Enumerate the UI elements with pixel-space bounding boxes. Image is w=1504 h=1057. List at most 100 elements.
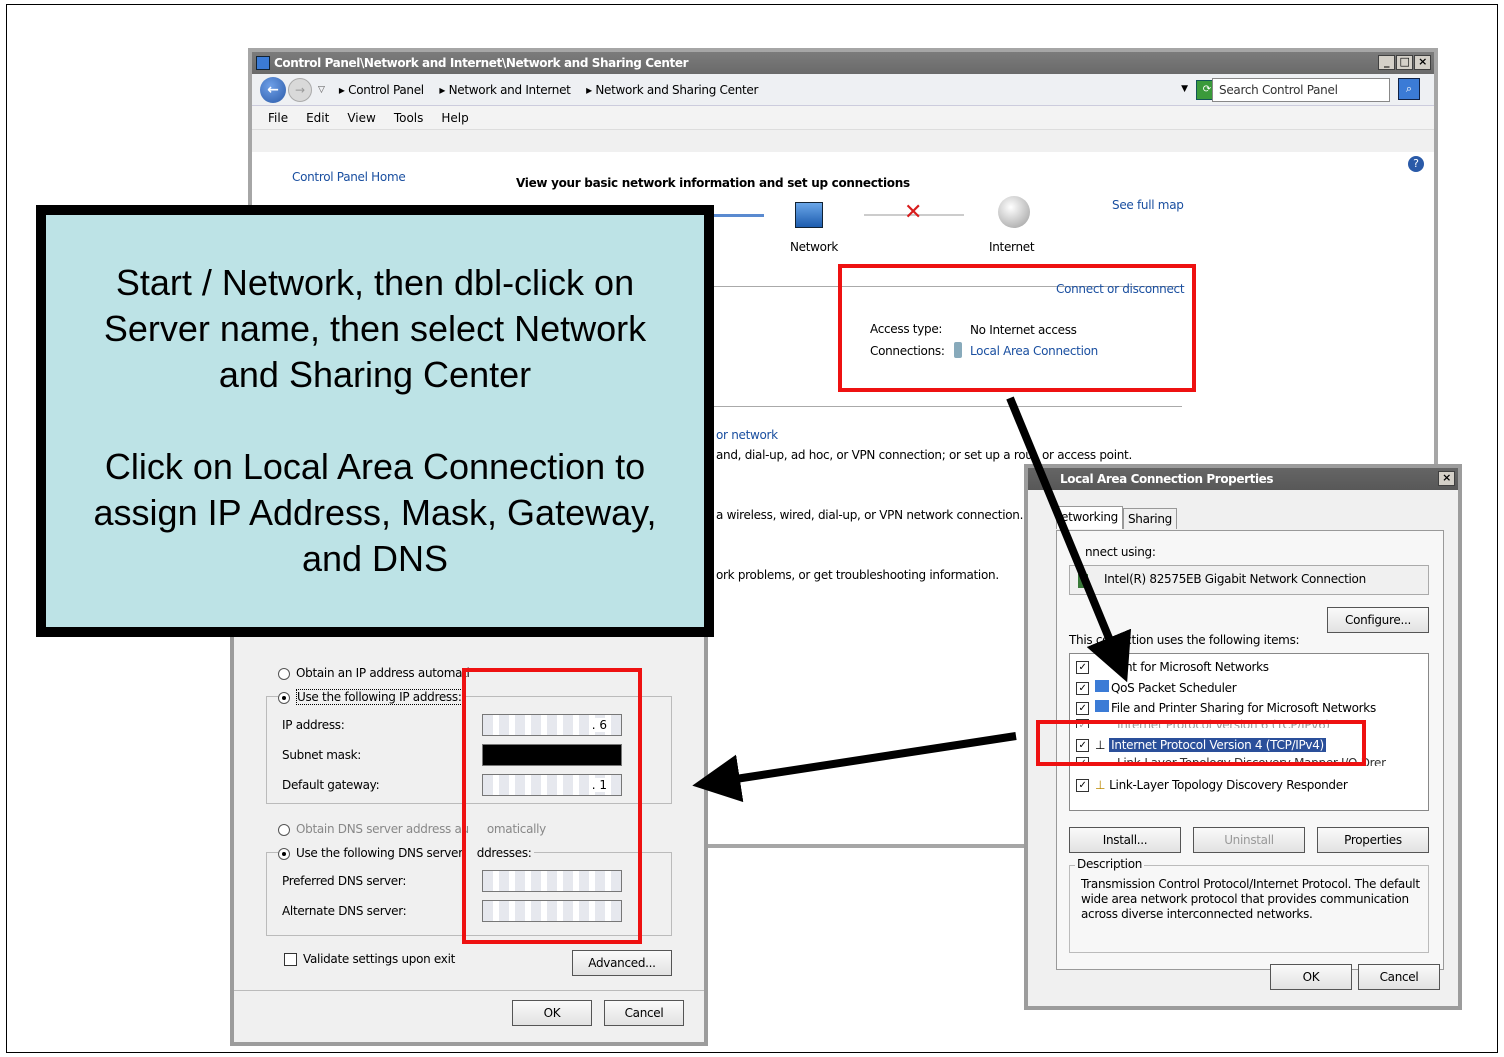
cp-title: Control Panel\Network and Internet\Netwo… xyxy=(274,56,689,70)
list-item[interactable]: Link-Layer Topology Discovery Responder xyxy=(1109,778,1348,792)
breadcrumb-item[interactable]: ▸ Network and Internet xyxy=(439,83,576,97)
cp-titlebar: Control Panel\Network and Internet\Netwo… xyxy=(252,52,1434,74)
advanced-button[interactable]: Advanced... xyxy=(572,950,672,976)
highlight-box xyxy=(1036,720,1366,766)
close-button[interactable]: × xyxy=(1438,471,1455,486)
adapter-icon xyxy=(1078,574,1088,588)
obtain-ip-radio[interactable] xyxy=(278,667,290,680)
help-icon[interactable]: ? xyxy=(1408,156,1424,172)
disconnected-x-icon: ✕ xyxy=(904,200,923,225)
callout-line: Server name, then select Network xyxy=(103,308,647,349)
subnet-mask-label: Subnet mask: xyxy=(282,748,362,762)
close-button[interactable]: × xyxy=(1414,55,1431,70)
callout-line: assign IP Address, Mask, Gateway, xyxy=(93,492,657,533)
callout-line: and DNS xyxy=(301,538,449,579)
instruction-callout: Start / Network, then dbl-click on Serve… xyxy=(36,205,714,637)
obtain-dns-label: Obtain DNS server address au xyxy=(296,822,469,836)
obtain-ip-label: Obtain an IP address automati xyxy=(296,666,470,680)
ip-address-label: IP address: xyxy=(282,718,345,732)
list-item[interactable]: nt for Microsoft Networks xyxy=(1125,660,1269,674)
address-dropdown-icon[interactable]: ▼ xyxy=(1181,84,1188,94)
window-buttons: _ □ × xyxy=(1378,55,1431,70)
divider xyxy=(712,406,1182,407)
highlight-box xyxy=(462,668,642,944)
cancel-button[interactable]: Cancel xyxy=(1358,964,1440,990)
setup-description: and, dial-up, ad hoc, or VPN connection;… xyxy=(716,448,1033,462)
map-node-internet: Internet xyxy=(989,240,1035,254)
search-input[interactable]: Search Control Panel xyxy=(1212,78,1390,102)
cancel-button[interactable]: Cancel xyxy=(604,1000,684,1026)
divider xyxy=(234,990,704,991)
properties-button[interactable]: Properties xyxy=(1317,827,1429,853)
use-ip-radio[interactable] xyxy=(278,691,290,704)
validate-checkbox[interactable] xyxy=(284,953,297,966)
validate-label: Validate settings upon exit xyxy=(303,952,456,966)
search-icon[interactable]: ⌕ xyxy=(1398,78,1420,100)
use-ip-label: Use the following IP address: xyxy=(296,689,463,705)
page-heading: View your basic network information and … xyxy=(516,176,910,190)
install-button[interactable]: Install... xyxy=(1069,827,1181,853)
list-item[interactable]: File and Printer Sharing for Microsoft N… xyxy=(1111,701,1376,715)
protocol-icon: ⊥ xyxy=(1095,778,1106,792)
troubleshoot-description: ork problems, or get troubleshooting inf… xyxy=(716,568,999,582)
configure-button[interactable]: Configure... xyxy=(1327,607,1429,633)
default-gateway-label: Default gateway: xyxy=(282,778,380,792)
menu-edit[interactable]: Edit xyxy=(306,111,329,125)
control-panel-home-link[interactable]: Control Panel Home xyxy=(292,170,406,184)
description-label: Description xyxy=(1075,857,1145,871)
forward-arrow-icon[interactable]: → xyxy=(288,77,312,102)
highlight-box xyxy=(838,264,1196,392)
sharing-icon xyxy=(1095,700,1109,712)
items-label: This co xyxy=(1069,633,1110,647)
use-dns-radio[interactable] xyxy=(278,847,290,860)
tab-bar: etworking Sharing xyxy=(1056,506,1177,529)
see-full-map-link[interactable]: See full map xyxy=(1112,198,1184,212)
window-buttons: × xyxy=(1438,471,1455,486)
callout-line: and Sharing Center xyxy=(218,354,532,395)
item-checkbox[interactable]: ✓ xyxy=(1076,779,1089,792)
adapter-name: Intel(R) 82575EB Gigabit Network Connect… xyxy=(1104,572,1366,586)
item-checkbox[interactable]: ✓ xyxy=(1076,682,1089,695)
ok-button[interactable]: OK xyxy=(512,1000,592,1026)
setup-description-tail: or access point. xyxy=(1042,448,1132,462)
connect-using-label: nnect using: xyxy=(1085,545,1156,559)
obtain-dns-radio[interactable] xyxy=(278,823,290,836)
network-icon xyxy=(256,56,270,70)
ok-button[interactable]: OK xyxy=(1270,964,1352,990)
setup-network-link[interactable]: or network xyxy=(716,428,778,442)
lac-titlebar: Local Area Connection Properties × xyxy=(1028,468,1458,490)
maximize-button[interactable]: □ xyxy=(1396,55,1413,70)
breadcrumb: ▸ Control Panel ▸ Network and Internet ▸… xyxy=(339,83,770,97)
connect-description: a wireless, wired, dial-up, or VPN netwo… xyxy=(716,508,1024,522)
item-checkbox[interactable]: ✓ xyxy=(1076,661,1089,674)
alternate-dns-label: Alternate DNS server: xyxy=(282,904,407,918)
tab-networking[interactable]: etworking xyxy=(1056,506,1123,529)
callout-line: Click on Local Area Connection to xyxy=(104,446,646,487)
menu-bar: File Edit View Tools Help xyxy=(252,106,1434,130)
minimize-button[interactable]: _ xyxy=(1378,55,1395,70)
preferred-dns-label: Preferred DNS server: xyxy=(282,874,407,888)
breadcrumb-item[interactable]: ▸ Control Panel xyxy=(339,83,430,97)
map-node-network: Network xyxy=(790,240,839,254)
lac-title: Local Area Connection Properties xyxy=(1060,472,1274,486)
network-icon xyxy=(795,202,823,228)
breadcrumb-item[interactable]: ▸ Network and Sharing Center xyxy=(586,83,764,97)
callout-line: Start / Network, then dbl-click on xyxy=(115,262,635,303)
list-item-tail: er xyxy=(1374,756,1386,766)
items-label-tail: ction uses the following items: xyxy=(1125,633,1300,647)
list-item[interactable]: QoS Packet Scheduler xyxy=(1111,681,1237,695)
use-dns-label: Use the following DNS server xyxy=(296,846,463,860)
item-checkbox[interactable]: ✓ xyxy=(1076,702,1089,715)
chevron-down-icon[interactable]: ▽ xyxy=(318,85,325,95)
menu-file[interactable]: File xyxy=(268,111,288,125)
description-text: Transmission Control Protocol/Internet P… xyxy=(1081,877,1420,921)
scheduler-icon xyxy=(1095,680,1109,692)
menu-tools[interactable]: Tools xyxy=(394,111,424,125)
back-arrow-icon[interactable]: ← xyxy=(260,76,286,103)
uninstall-button[interactable]: Uninstall xyxy=(1193,827,1305,853)
menu-help[interactable]: Help xyxy=(441,111,468,125)
tab-sharing[interactable]: Sharing xyxy=(1122,508,1177,529)
adapter-box: Intel(R) 82575EB Gigabit Network Connect… xyxy=(1069,565,1429,595)
menu-view[interactable]: View xyxy=(347,111,375,125)
globe-icon xyxy=(998,196,1030,228)
